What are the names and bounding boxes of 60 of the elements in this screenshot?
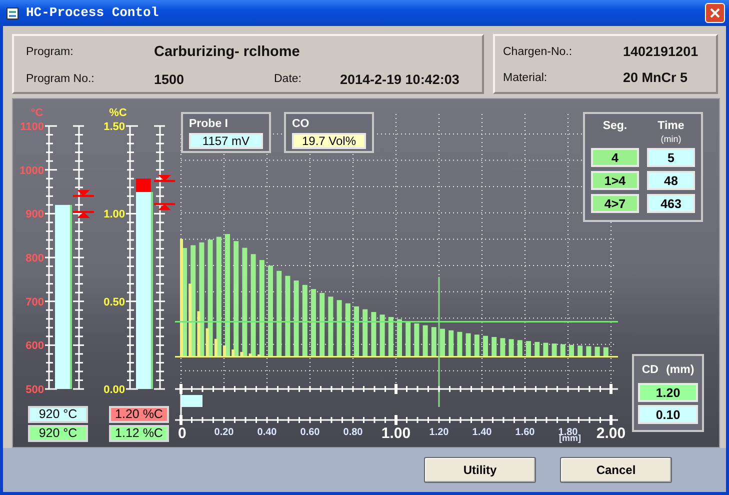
reading-value: 920 °C: [28, 406, 88, 423]
field-value: Carburizing- rclhome: [154, 43, 301, 62]
axis-label: 1.40: [472, 427, 492, 438]
time-value: 48: [647, 171, 695, 190]
scale-label: 0.50: [104, 296, 125, 308]
scale-label: 1.50: [104, 121, 125, 133]
field-value: 20 MnCr 5: [623, 69, 689, 88]
action-button[interactable]: Utility: [424, 457, 536, 483]
scale-label: 0.00: [104, 384, 125, 396]
scale-label: 500: [26, 384, 44, 396]
field-label: Chargen-No.:: [503, 44, 574, 60]
value-field: 1.20: [638, 383, 698, 402]
reading-value: 1.12 %C: [109, 425, 169, 442]
axis-label: 0.40: [257, 427, 277, 438]
segment-value: 4>7: [591, 194, 639, 214]
value-field: 1157 mV: [189, 133, 263, 150]
app-icon: [6, 6, 20, 20]
unit-label: %C: [109, 107, 127, 119]
scale-label: 1.00: [104, 208, 125, 221]
unit-label: (mm): [666, 363, 694, 378]
scale-label: 600: [26, 340, 44, 352]
panel-label: Probe I: [189, 117, 229, 132]
value-field: 0.10: [638, 405, 698, 424]
axis-label: 0.60: [300, 427, 320, 438]
scale-label: 800: [26, 252, 44, 264]
reading-value: 1.20 %C: [109, 406, 169, 423]
axis-label: 2.00: [596, 425, 626, 442]
field-label: Date:: [274, 72, 302, 88]
field-label: Program No.:: [26, 72, 96, 88]
axis-label: 1.00: [381, 425, 411, 442]
field-value: 1500: [154, 70, 186, 89]
scale-label: 1100: [20, 121, 44, 133]
unit-label: °C: [30, 107, 44, 119]
panel-label: CD: [642, 363, 658, 378]
scale-label: 900: [26, 208, 44, 221]
action-button[interactable]: Cancel: [560, 457, 672, 483]
unit-label: (min): [660, 135, 682, 144]
field-label: Program:: [26, 45, 74, 60]
scale-label: 1000: [20, 164, 44, 177]
axis-label: 0: [178, 425, 186, 442]
segment-value: 1>4: [591, 171, 639, 190]
segment-value: 4: [591, 148, 639, 168]
axis-label: 0.80: [343, 427, 363, 438]
axis-label: 0.20: [214, 427, 234, 438]
field-value: 1402191201: [623, 43, 700, 61]
panel-label: CO: [292, 117, 310, 132]
field-value: 2014-2-19 10:42:03: [340, 70, 460, 89]
axis-label: 1.20: [429, 427, 449, 438]
time-value: 463: [647, 194, 695, 214]
column-header: Time: [658, 119, 684, 134]
close-icon: [710, 8, 720, 18]
window-title: HC-Process Contol: [26, 4, 160, 22]
axis-label: 1.60: [515, 427, 535, 438]
column-header: Seg.: [602, 119, 628, 134]
scale-label: 700: [26, 296, 44, 308]
value-field: 19.7 Vol%: [292, 133, 366, 150]
close-button[interactable]: [705, 3, 725, 23]
reading-value: 920 °C: [28, 425, 88, 442]
time-value: 5: [647, 148, 695, 168]
field-label: Material:: [503, 70, 548, 86]
